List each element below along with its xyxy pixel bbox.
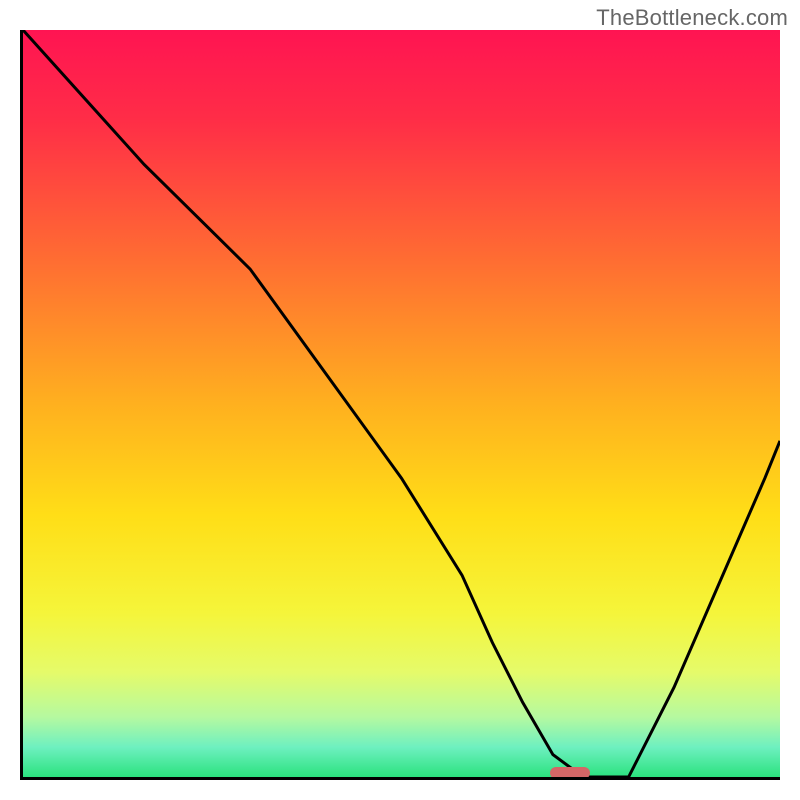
curve-layer	[23, 30, 780, 777]
optimal-marker	[550, 767, 590, 779]
watermark-label: TheBottleneck.com	[596, 5, 788, 31]
chart-container: TheBottleneck.com	[0, 0, 800, 800]
plot-area	[20, 30, 780, 780]
bottleneck-curve-path	[23, 30, 780, 777]
